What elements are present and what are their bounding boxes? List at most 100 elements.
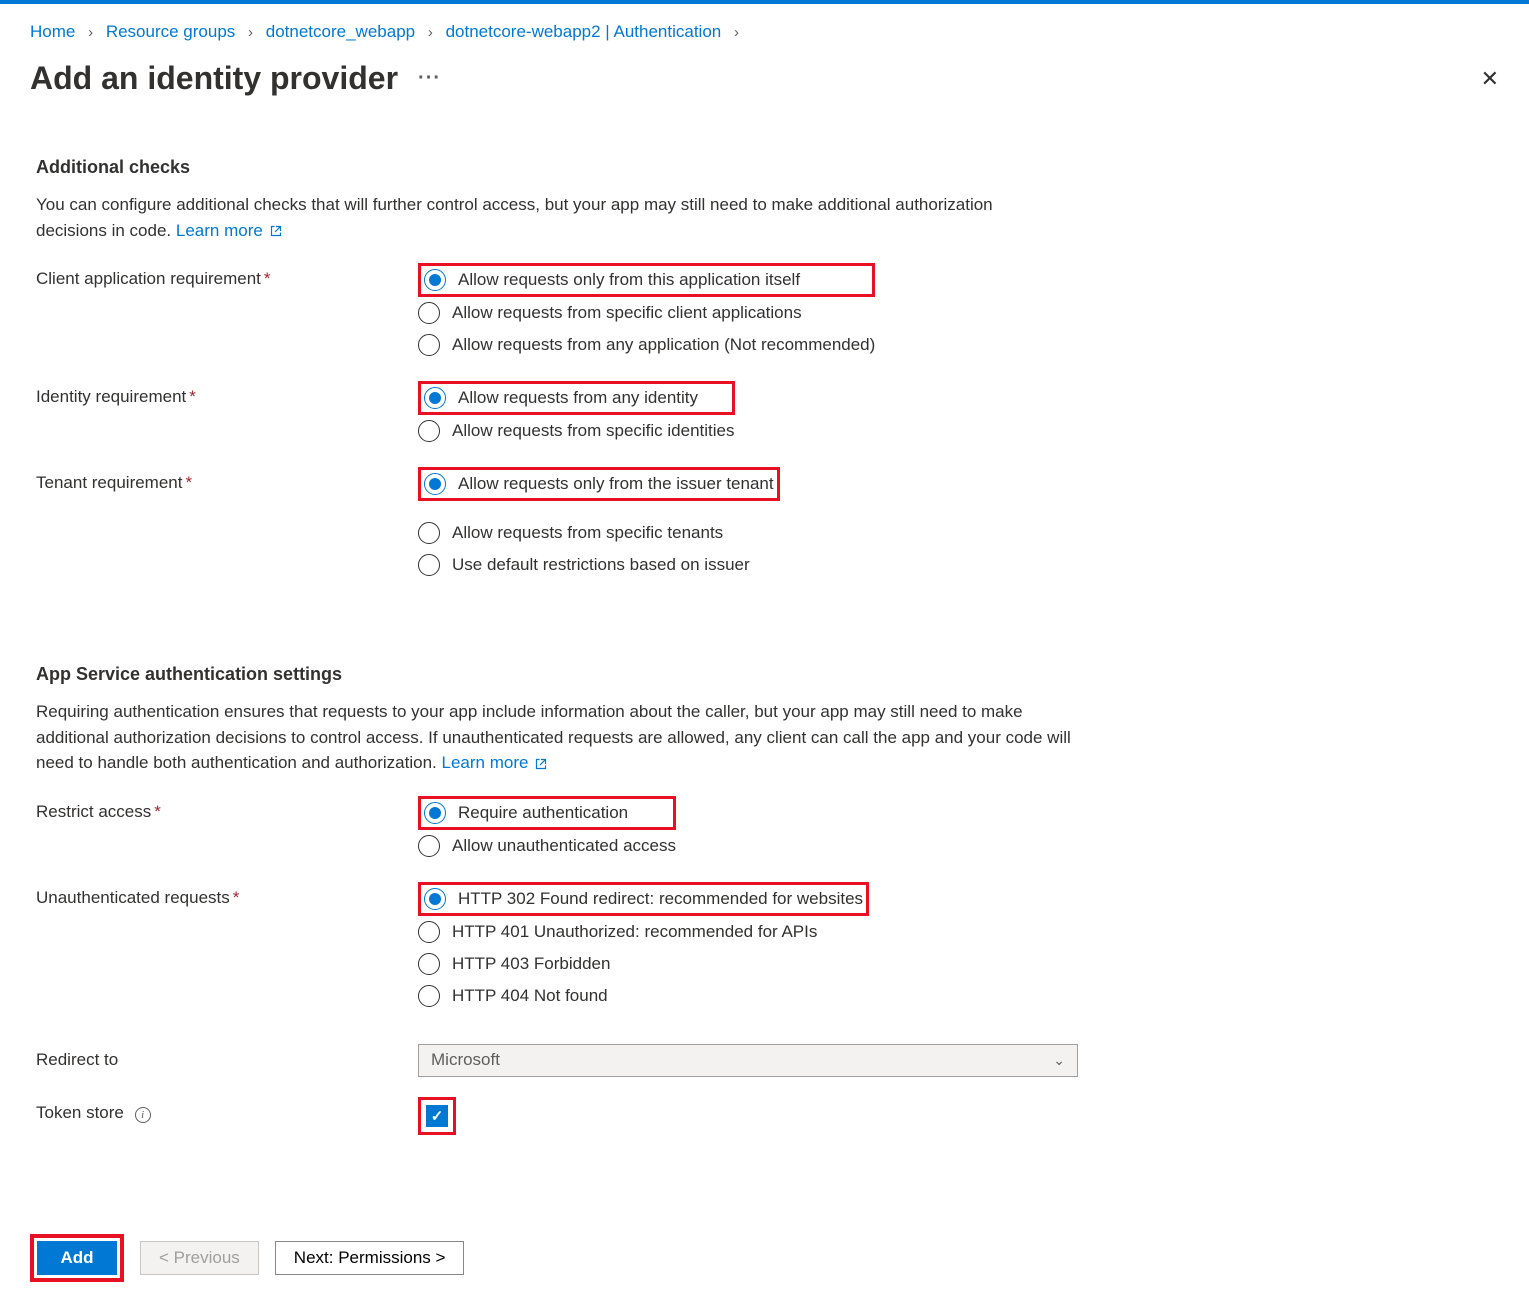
highlight-annotation: Allow requests only from this applicatio… <box>418 263 875 297</box>
footer-buttons: Add < Previous Next: Permissions > <box>30 1234 464 1282</box>
radio-icon <box>418 554 440 576</box>
unauthenticated-requests-row: Unauthenticated requests* HTTP 302 Found… <box>36 882 1493 1012</box>
chevron-right-icon: › <box>248 24 253 41</box>
required-indicator: * <box>154 802 161 821</box>
next-permissions-button[interactable]: Next: Permissions > <box>275 1241 465 1275</box>
radio-label: HTTP 401 Unauthorized: recommended for A… <box>452 922 817 942</box>
radio-allow-specific-identities[interactable]: Allow requests from specific identities <box>418 415 735 447</box>
token-store-checkbox[interactable]: ✓ <box>426 1105 448 1127</box>
radio-label: HTTP 302 Found redirect: recommended for… <box>458 889 863 909</box>
restrict-access-options: Require authentication Allow unauthentic… <box>418 796 676 862</box>
identity-requirement-options: Allow requests from any identity Allow r… <box>418 381 735 447</box>
close-icon[interactable]: ✕ <box>1481 66 1499 92</box>
highlight-annotation: HTTP 302 Found redirect: recommended for… <box>418 882 869 916</box>
radio-allow-this-app-only[interactable]: Allow requests only from this applicatio… <box>421 266 803 294</box>
additional-checks-desc: You can configure additional checks that… <box>36 192 1016 243</box>
more-icon[interactable]: ··· <box>418 67 441 90</box>
breadcrumb-home[interactable]: Home <box>30 22 75 41</box>
radio-icon <box>424 269 446 291</box>
radio-label: Allow requests only from this applicatio… <box>458 270 800 290</box>
radio-icon <box>418 334 440 356</box>
breadcrumb-authentication[interactable]: dotnetcore-webapp2 | Authentication <box>446 22 722 41</box>
chevron-right-icon: › <box>428 24 433 41</box>
page-title: Add an identity provider ··· <box>30 60 441 97</box>
previous-button[interactable]: < Previous <box>140 1241 259 1275</box>
highlight-annotation: Add <box>30 1234 124 1282</box>
external-link-icon <box>270 225 282 237</box>
radio-icon <box>418 985 440 1007</box>
radio-label: Require authentication <box>458 803 628 823</box>
radio-label: Allow requests from any identity <box>458 388 698 408</box>
breadcrumb: Home › Resource groups › dotnetcore_weba… <box>0 4 1529 52</box>
title-row: Add an identity provider ··· ✕ <box>0 52 1529 127</box>
identity-requirement-label: Identity requirement* <box>36 381 418 407</box>
learn-more-link[interactable]: Learn more <box>176 221 282 240</box>
radio-specific-tenants[interactable]: Allow requests from specific tenants <box>418 517 780 549</box>
radio-allow-any-app[interactable]: Allow requests from any application (Not… <box>418 329 875 361</box>
radio-http-302[interactable]: HTTP 302 Found redirect: recommended for… <box>421 885 866 913</box>
radio-icon <box>424 473 446 495</box>
app-service-auth-heading: App Service authentication settings <box>36 664 1493 685</box>
learn-more-link[interactable]: Learn more <box>442 753 548 772</box>
required-indicator: * <box>189 387 196 406</box>
radio-icon <box>418 921 440 943</box>
radio-label: Allow requests from specific tenants <box>452 523 723 543</box>
tenant-requirement-label: Tenant requirement* <box>36 467 418 493</box>
chevron-down-icon: ⌄ <box>1053 1052 1065 1069</box>
token-store-row: Token store i ✓ <box>36 1097 1493 1135</box>
radio-issuer-tenant-only[interactable]: Allow requests only from the issuer tena… <box>421 470 777 498</box>
radio-icon <box>418 835 440 857</box>
redirect-to-label: Redirect to <box>36 1044 418 1070</box>
content: Additional checks You can configure addi… <box>0 157 1529 1135</box>
dropdown-value: Microsoft <box>431 1050 500 1070</box>
radio-label: HTTP 404 Not found <box>452 986 608 1006</box>
additional-checks-heading: Additional checks <box>36 157 1493 178</box>
breadcrumb-resource-groups[interactable]: Resource groups <box>106 22 235 41</box>
tenant-requirement-options: Allow requests only from the issuer tena… <box>418 467 780 581</box>
client-app-requirement-options: Allow requests only from this applicatio… <box>418 263 875 361</box>
radio-label: Allow requests from specific client appl… <box>452 303 802 323</box>
radio-label: Allow unauthenticated access <box>452 836 676 856</box>
radio-require-auth[interactable]: Require authentication <box>421 799 631 827</box>
highlight-annotation: Allow requests from any identity <box>418 381 735 415</box>
required-indicator: * <box>264 269 271 288</box>
desc-text: Requiring authentication ensures that re… <box>36 702 1071 772</box>
highlight-annotation: Allow requests only from the issuer tena… <box>418 467 780 501</box>
radio-label: Allow requests from any application (Not… <box>452 335 875 355</box>
client-app-requirement-row: Client application requirement* Allow re… <box>36 263 1493 361</box>
unauthenticated-requests-label: Unauthenticated requests* <box>36 882 418 908</box>
radio-allow-specific-apps[interactable]: Allow requests from specific client appl… <box>418 297 875 329</box>
highlight-annotation: ✓ <box>418 1097 456 1135</box>
external-link-icon <box>535 758 547 770</box>
radio-allow-any-identity[interactable]: Allow requests from any identity <box>421 384 701 412</box>
radio-icon <box>424 802 446 824</box>
radio-http-401[interactable]: HTTP 401 Unauthorized: recommended for A… <box>418 916 869 948</box>
radio-default-issuer-restrictions[interactable]: Use default restrictions based on issuer <box>418 549 780 581</box>
chevron-right-icon: › <box>734 24 739 41</box>
radio-label: Allow requests from specific identities <box>452 421 735 441</box>
page-title-text: Add an identity provider <box>30 60 398 97</box>
radio-icon <box>424 888 446 910</box>
redirect-to-row: Redirect to Microsoft ⌄ <box>36 1044 1493 1077</box>
client-app-requirement-label: Client application requirement* <box>36 263 418 289</box>
app-service-auth-desc: Requiring authentication ensures that re… <box>36 699 1076 776</box>
redirect-to-dropdown[interactable]: Microsoft ⌄ <box>418 1044 1078 1077</box>
tenant-requirement-row: Tenant requirement* Allow requests only … <box>36 467 1493 581</box>
radio-http-403[interactable]: HTTP 403 Forbidden <box>418 948 869 980</box>
required-indicator: * <box>185 473 192 492</box>
radio-label: Allow requests only from the issuer tena… <box>458 474 774 494</box>
radio-allow-unauth[interactable]: Allow unauthenticated access <box>418 830 676 862</box>
add-button[interactable]: Add <box>37 1241 117 1275</box>
info-icon[interactable]: i <box>135 1107 151 1123</box>
breadcrumb-webapp[interactable]: dotnetcore_webapp <box>266 22 415 41</box>
radio-label: HTTP 403 Forbidden <box>452 954 610 974</box>
radio-icon <box>418 420 440 442</box>
highlight-annotation: Require authentication <box>418 796 676 830</box>
radio-icon <box>418 302 440 324</box>
radio-label: Use default restrictions based on issuer <box>452 555 750 575</box>
chevron-right-icon: › <box>88 24 93 41</box>
radio-http-404[interactable]: HTTP 404 Not found <box>418 980 869 1012</box>
required-indicator: * <box>233 888 240 907</box>
token-store-label: Token store i <box>36 1097 418 1123</box>
radio-icon <box>424 387 446 409</box>
